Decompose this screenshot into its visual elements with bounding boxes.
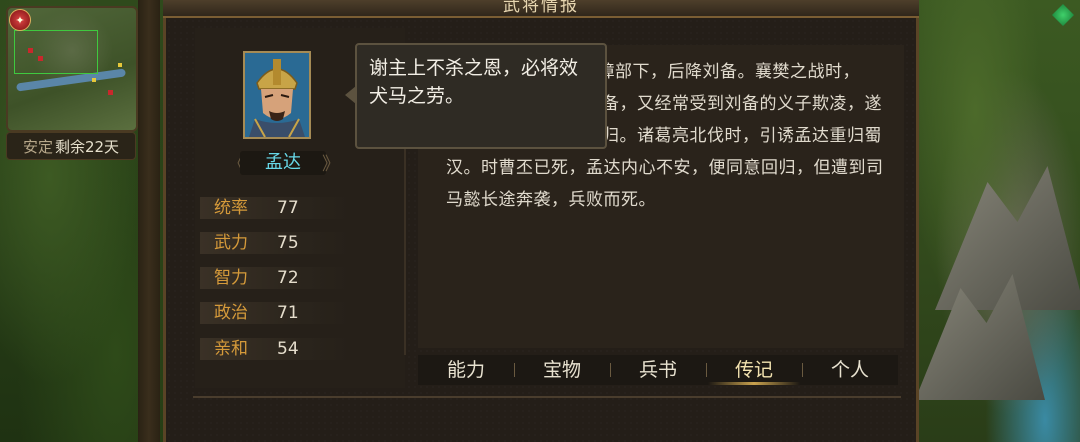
chevron-right-icon[interactable]: 》 (322, 150, 340, 176)
bio-line: 马懿长途奔袭，兵败而死。 (446, 190, 656, 210)
tab-personal[interactable]: 个人 (802, 355, 898, 385)
stat-label: 武力 (214, 233, 248, 253)
panel-header: 武将情报 (163, 0, 919, 18)
stat-row-war: 武力 75 (200, 232, 350, 254)
status-value: 剩余22天 (54, 137, 120, 156)
stat-label: 政治 (214, 303, 248, 323)
panel-border-strip (138, 0, 160, 442)
stat-row-charisma: 亲和 54 (200, 338, 350, 360)
stat-row-leadership: 统率 77 (200, 197, 350, 219)
info-tabs: 能力 宝物 兵书 传记 个人 (418, 355, 898, 385)
minimap-viewport-frame (14, 30, 98, 74)
general-name: 孟达 (240, 151, 326, 175)
stat-label: 统率 (214, 198, 248, 218)
tab-treasure[interactable]: 宝物 (514, 355, 610, 385)
bio-line: 汉。时曹丕已死，孟达内心不安，便同意回归，但遭到司 (446, 158, 884, 178)
stat-value: 75 (277, 233, 299, 253)
stat-label: 亲和 (214, 339, 248, 359)
stat-value: 77 (277, 198, 299, 218)
status-label: 安定 (22, 137, 53, 156)
panel-bottom-divider (193, 396, 901, 398)
world-map-right (905, 0, 1080, 442)
stat-value: 54 (277, 339, 299, 359)
stat-value: 72 (277, 268, 299, 288)
panel-title: 武将情报 (503, 0, 579, 16)
stat-row-politics: 政治 71 (200, 302, 350, 324)
stat-label: 智力 (214, 268, 248, 288)
general-portrait[interactable] (243, 51, 311, 139)
dialogue-tooltip: 谢主上不杀之恩，必将效犬马之劳。 (355, 43, 607, 149)
tab-military-book[interactable]: 兵书 (610, 355, 706, 385)
stat-value: 71 (277, 303, 299, 323)
tab-biography[interactable]: 传记 (706, 355, 802, 385)
tab-ability[interactable]: 能力 (418, 355, 514, 385)
warning-badge-icon[interactable]: ✦ (9, 9, 31, 31)
city-status-bar: 安定 剩余22天 (6, 132, 136, 160)
stat-row-intelligence: 智力 72 (200, 267, 350, 289)
